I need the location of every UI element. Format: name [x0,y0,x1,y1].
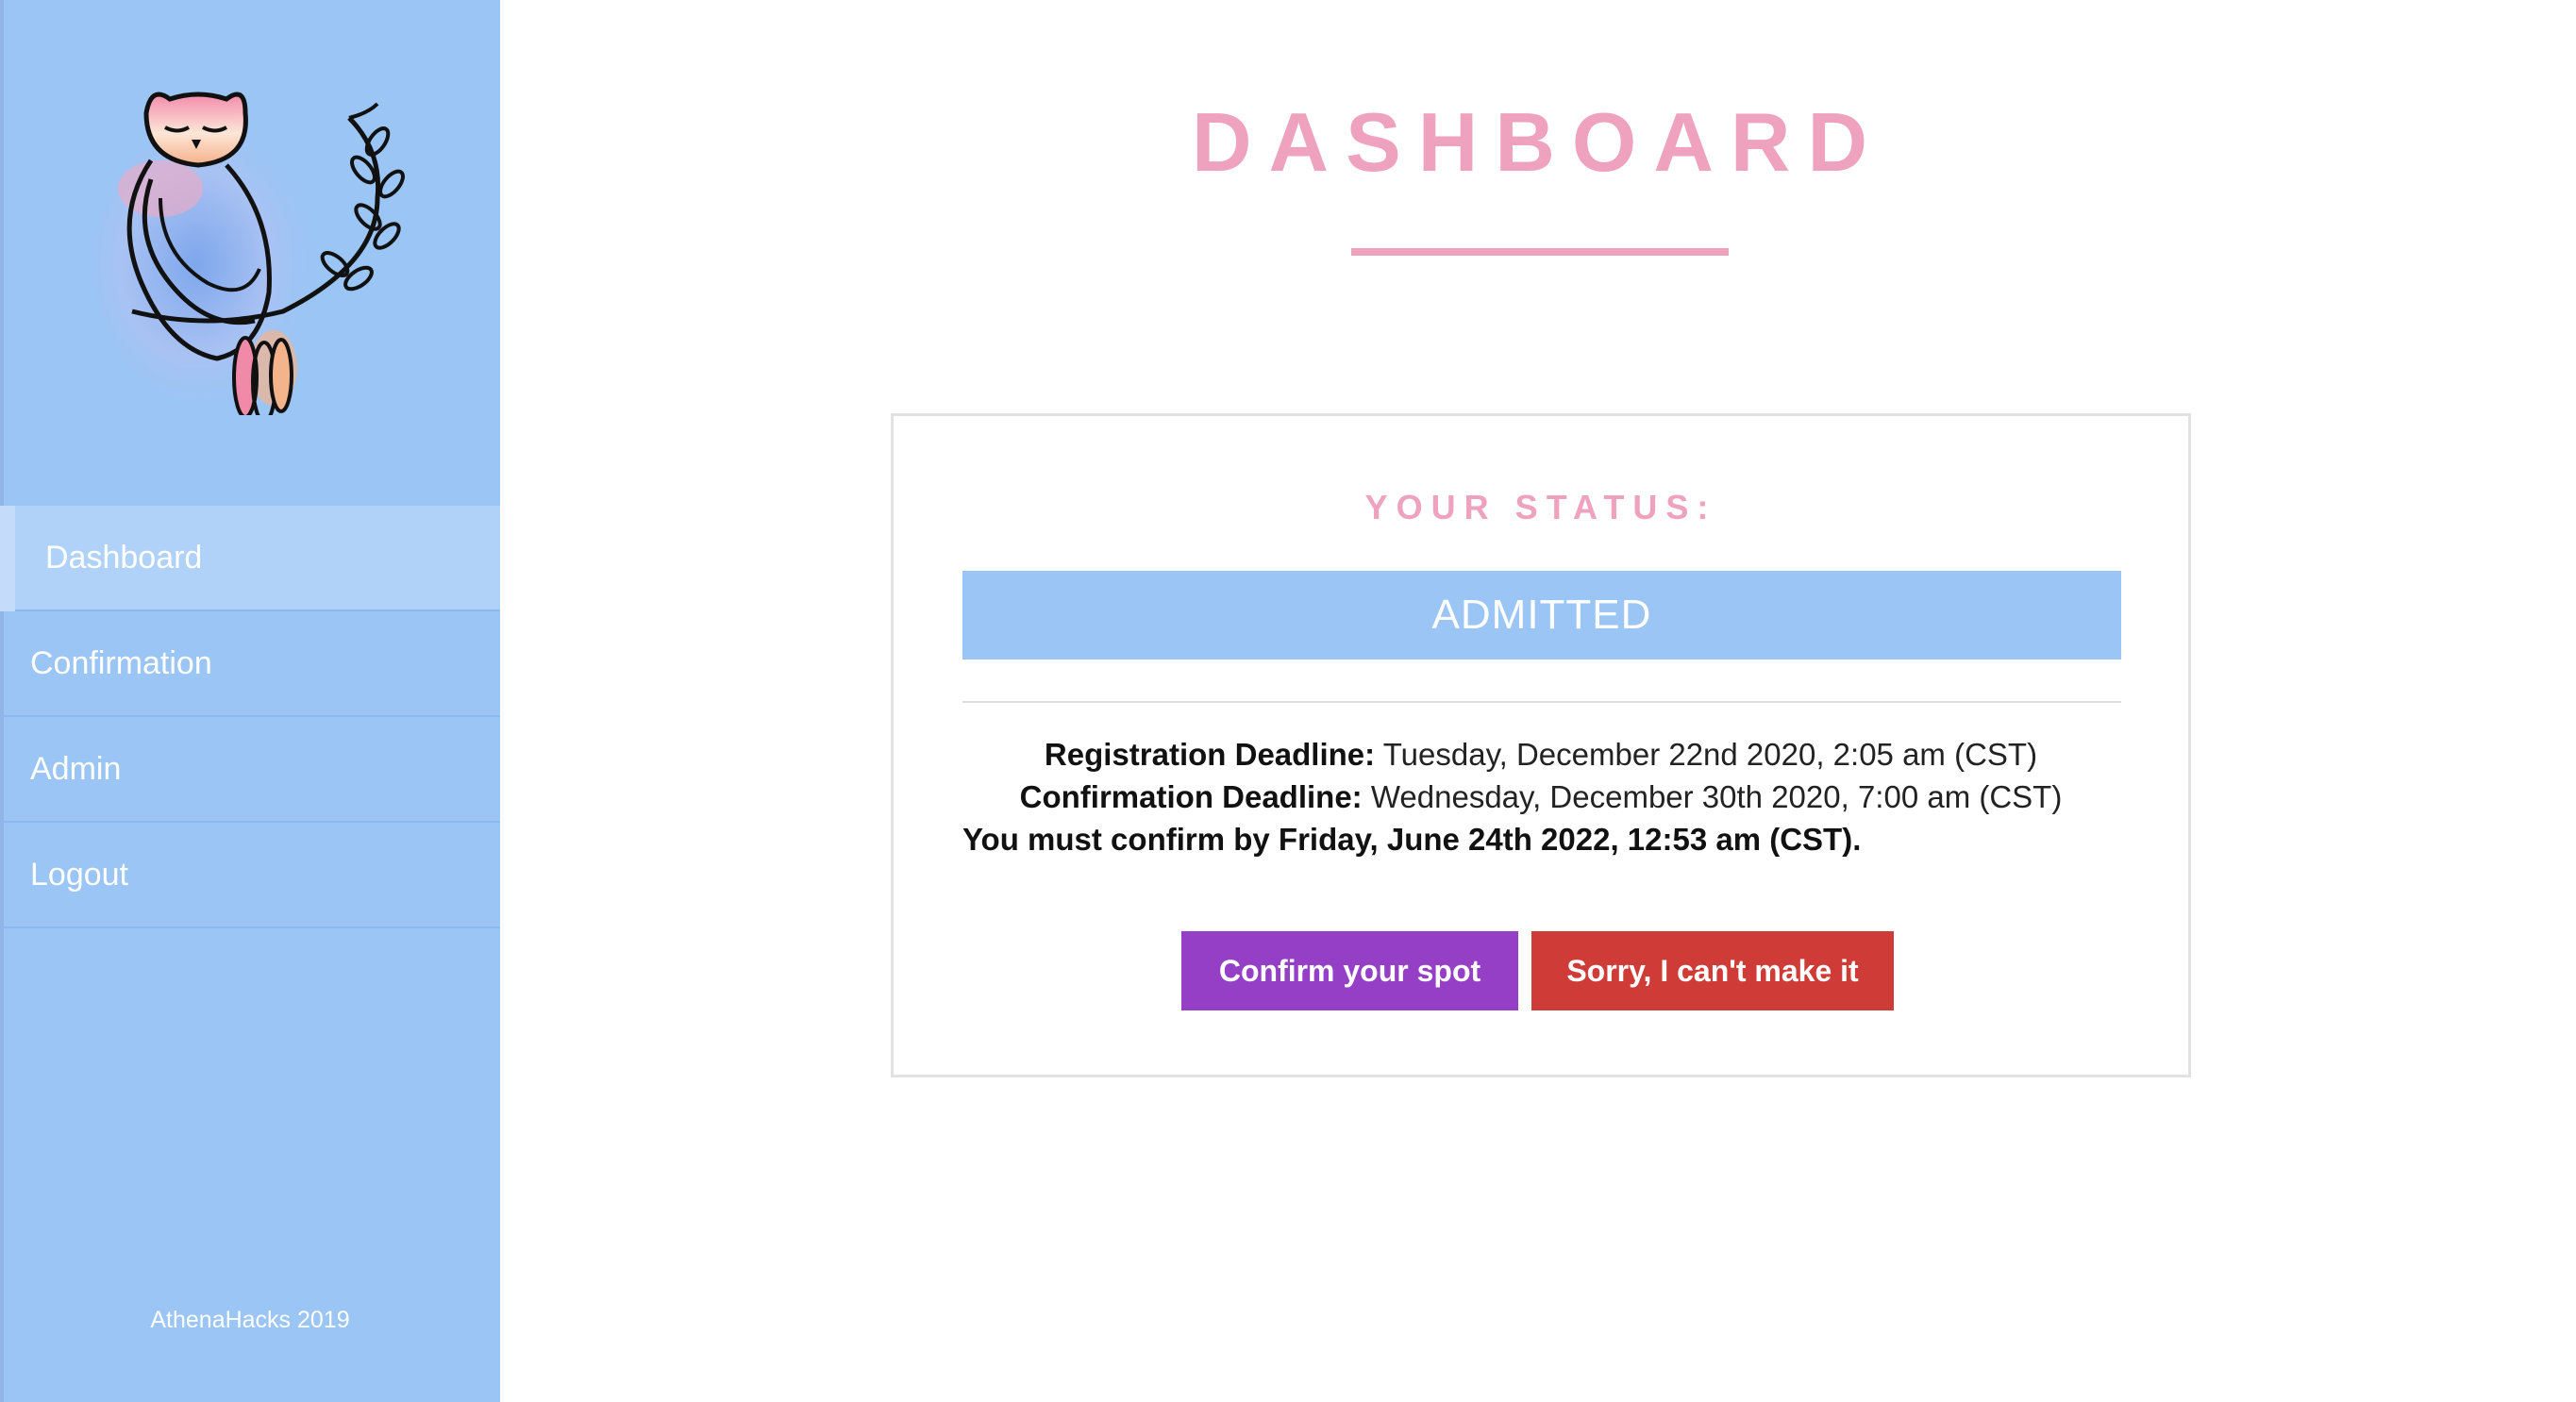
main-content: DASHBOARD YOUR STATUS: ADMITTED Registra… [500,0,2576,1402]
status-card: YOUR STATUS: ADMITTED Registration Deadl… [891,413,2191,1077]
sidebar: Dashboard Confirmation Admin Logout Athe… [0,0,500,1402]
sidebar-item-dashboard[interactable]: Dashboard [0,506,500,611]
sidebar-item-logout[interactable]: Logout [0,823,500,928]
sidebar-nav: Dashboard Confirmation Admin Logout [0,506,500,928]
sidebar-item-label: Confirmation [30,644,212,681]
registration-deadline-label: Registration Deadline: [1044,737,1376,772]
decline-button[interactable]: Sorry, I can't make it [1531,931,1894,1010]
divider [962,701,2121,703]
owl-logo-icon [94,75,406,424]
sidebar-footer: AthenaHacks 2019 [150,1307,350,1333]
must-confirm-notice: You must confirm by Friday, June 24th 20… [962,822,1862,857]
sidebar-item-label: Logout [30,856,128,893]
confirmation-deadline-value: Wednesday, December 30th 2020, 7:00 am (… [1362,779,2063,814]
confirmation-deadline: Confirmation Deadline: Wednesday, Decemb… [894,779,2188,815]
sidebar-item-label: Dashboard [45,539,203,576]
title-underline [1351,248,1729,256]
status-badge: ADMITTED [962,571,2121,659]
registration-deadline: Registration Deadline: Tuesday, December… [894,737,2188,773]
status-label: YOUR STATUS: [1364,488,1717,526]
confirm-spot-button[interactable]: Confirm your spot [1181,931,1518,1010]
confirmation-deadline-label: Confirmation Deadline: [1019,779,1363,814]
page-title: DASHBOARD [1192,95,1884,189]
sidebar-item-admin[interactable]: Admin [0,717,500,823]
registration-deadline-value: Tuesday, December 22nd 2020, 2:05 am (CS… [1375,737,2038,772]
sidebar-item-label: Admin [30,750,122,787]
sidebar-item-confirmation[interactable]: Confirmation [0,611,500,717]
